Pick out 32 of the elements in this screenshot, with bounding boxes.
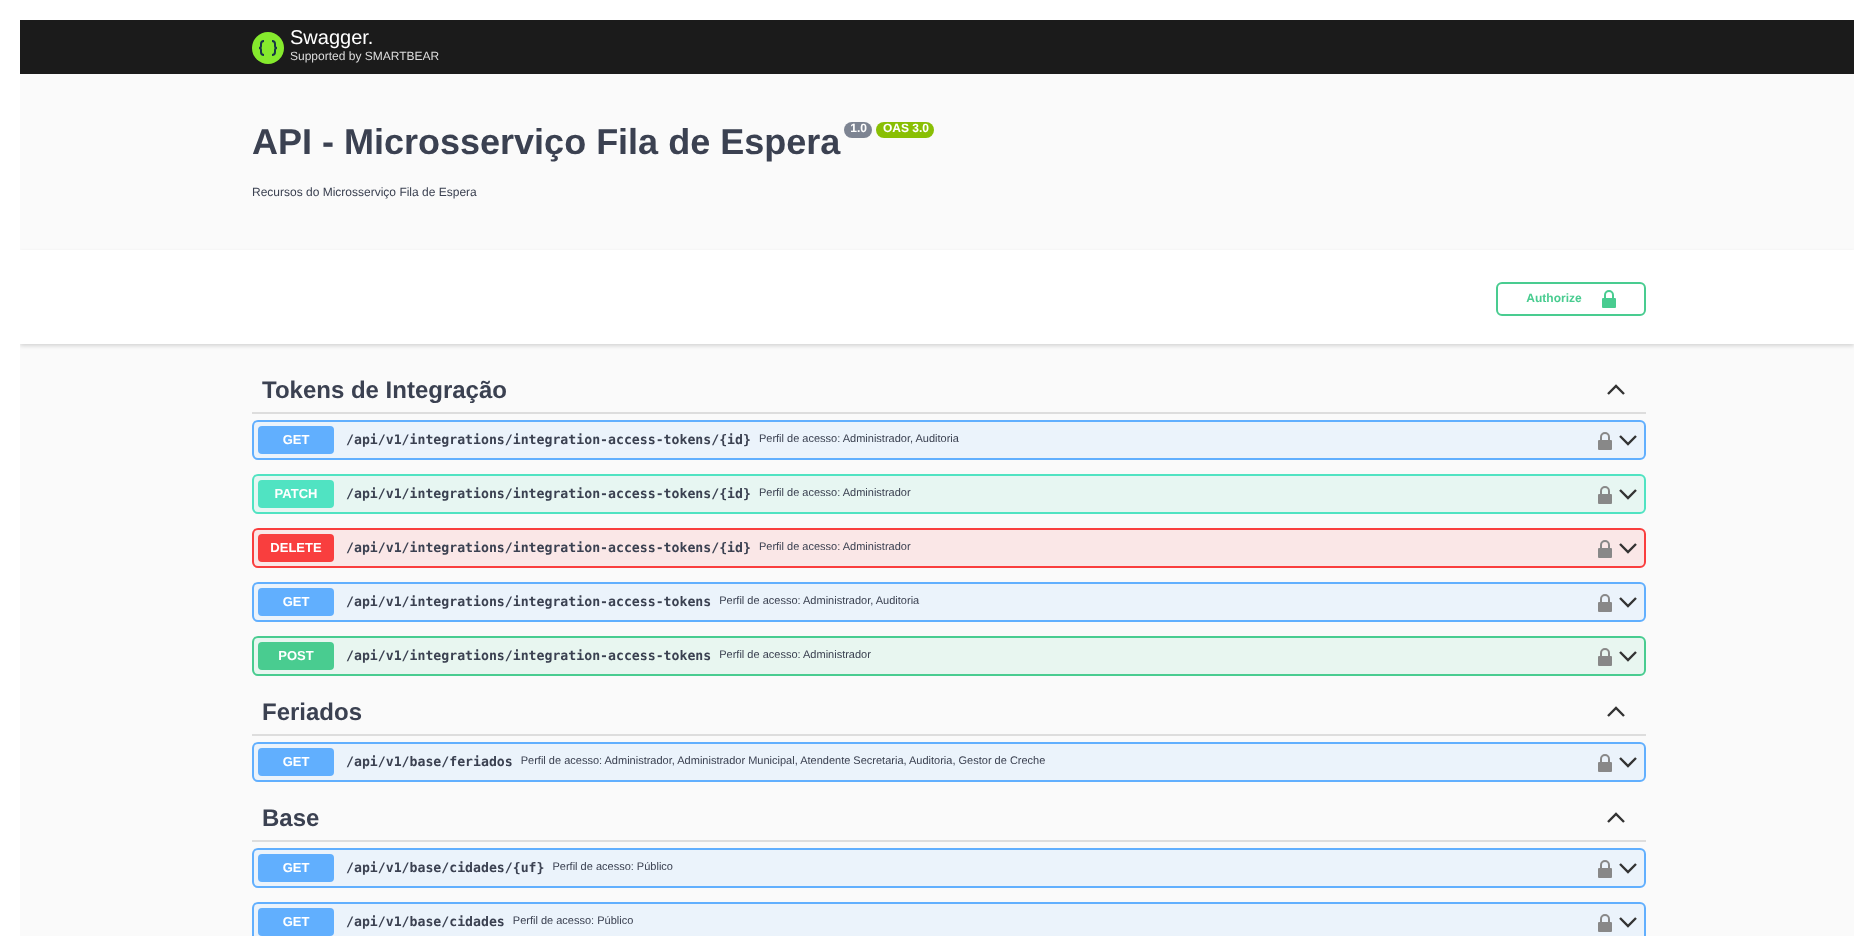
api-title: API - Microsserviço Fila de Espera [252, 122, 841, 164]
logo-icon [252, 31, 284, 63]
tag-title: Feriados [262, 698, 363, 726]
lock-icon [1598, 913, 1612, 931]
chevron-icon [1618, 596, 1638, 608]
tag-header[interactable]: Base [252, 796, 1646, 842]
collapse-toggle[interactable] [1606, 384, 1626, 396]
collapse-toggle[interactable] [1606, 812, 1626, 824]
lock-icon [1598, 431, 1612, 449]
lock-icon [1598, 647, 1612, 665]
logo-text: Swagger. [290, 30, 376, 50]
lock-icon [1598, 485, 1612, 503]
collapse-toggle[interactable] [1606, 706, 1626, 718]
chevron-icon [1618, 650, 1638, 662]
chevron-icon [1618, 916, 1638, 928]
lock-icon [1598, 593, 1612, 611]
chevron-icon [1606, 812, 1626, 824]
lock-icon [1598, 753, 1612, 771]
lock-icon [1598, 859, 1612, 877]
lock-icon [1601, 290, 1616, 308]
lock-icon [1598, 539, 1612, 557]
tag-title: Tokens de Integração [262, 376, 507, 404]
chevron-icon [1618, 862, 1638, 874]
chevron-icon [1606, 706, 1626, 718]
tag-title: Base [262, 804, 320, 832]
chevron-icon [1618, 542, 1638, 554]
chevron-icon [1618, 488, 1638, 500]
tag-header[interactable]: Feriados [252, 690, 1646, 736]
chevron-icon [1618, 434, 1638, 446]
tag-header[interactable]: Tokens de Integração [252, 368, 1646, 414]
chevron-icon [1606, 384, 1626, 396]
chevron-icon [1618, 756, 1638, 768]
